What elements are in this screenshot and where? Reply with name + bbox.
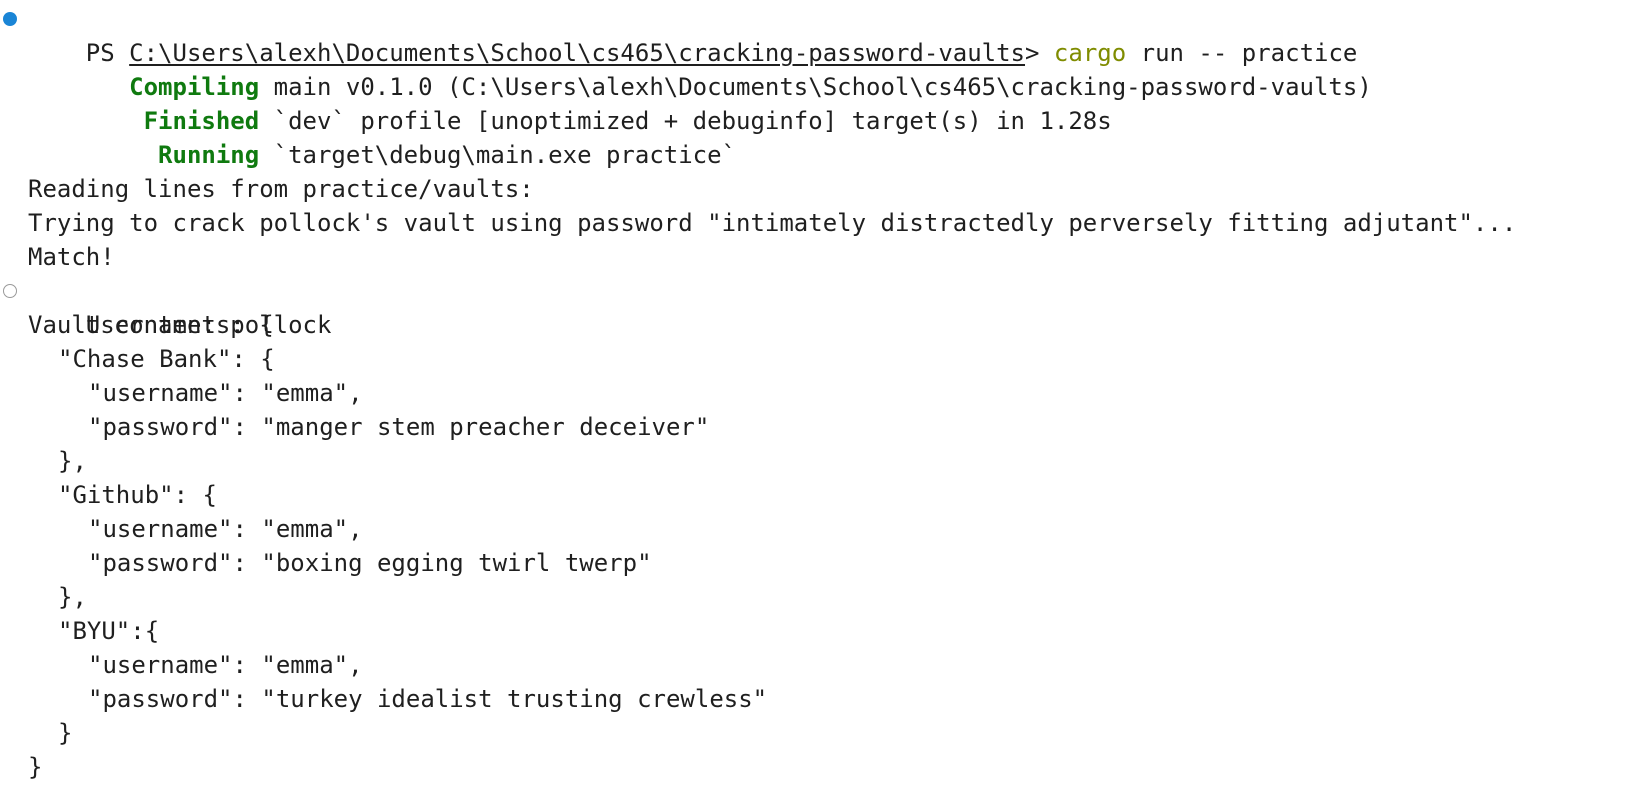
build-line-compiling: Compiling main v0.1.0 (C:\Users\alexh\Do… [0,36,1630,101]
vault-entry-password: "password": "manger stem preacher deceiv… [88,413,710,441]
vault-entry-open: "Chase Bank": { [58,345,275,373]
command-line[interactable]: PS C:\Users\alexh\Documents\School\cs465… [0,2,1630,67]
vault-entry-password: "password": "turkey idealist trusting cr… [88,685,768,713]
vault-entry-username: "username": "emma", [88,651,363,679]
command-success-decoration-icon[interactable] [3,12,17,26]
vault-entry-password: "password": "boxing egging twirl twerp" [88,549,652,577]
build-line-finished: Finished `dev` profile [unoptimized + de… [0,70,1630,135]
vault-entry-close: }, [58,583,87,611]
vault-entry-open: "Github": { [58,481,217,509]
vault-entry-username: "username": "emma", [88,515,363,543]
command-pending-decoration-icon[interactable] [3,284,17,298]
vault-entry-close: }, [58,447,87,475]
vault-close: } [28,753,43,781]
command-line-current: Username: pollock [0,274,1630,339]
vault-entry-open: "BYU":{ [58,617,160,645]
vault-entry-username: "username": "emma", [88,379,363,407]
output-trying: Trying to crack pollock's vault using pa… [28,209,1517,237]
output-match: Match! [28,243,115,271]
vault-open: Vault contents: { [28,311,274,339]
terminal-output[interactable]: PS C:\Users\alexh\Documents\School\cs465… [0,0,1630,796]
vault-entry-close: } [58,719,73,747]
build-line-running: Running `target\debug\main.exe practice` [0,104,1630,169]
output-reading: Reading lines from practice/vaults: [28,175,534,203]
